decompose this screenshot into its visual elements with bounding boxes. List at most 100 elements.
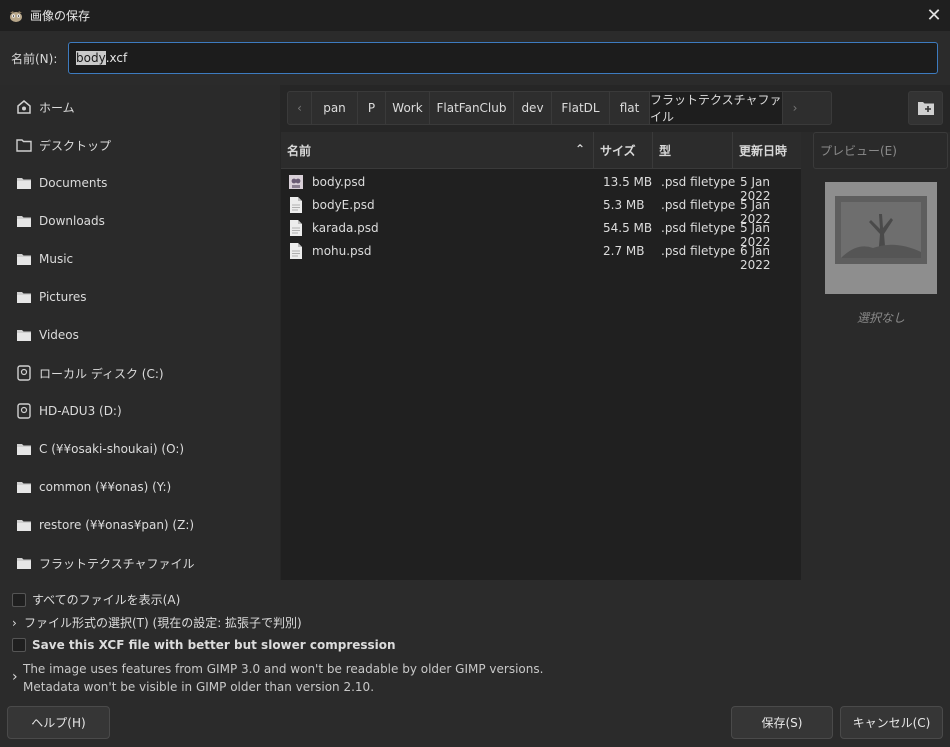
file-icon — [290, 243, 302, 259]
path-crumb-current[interactable]: フラットテクスチャファイル — [650, 92, 783, 124]
sort-ascending-icon: ⌃ — [574, 142, 585, 156]
compatibility-warning: The image uses features from GIMP 3.0 an… — [23, 660, 543, 696]
filename-input[interactable]: body .xcf — [68, 42, 938, 74]
file-type: .psd filetype — [661, 198, 736, 212]
save-button[interactable]: 保存(S) — [731, 706, 833, 739]
close-button[interactable]: ✕ — [918, 0, 950, 31]
sidebar-item-desktop[interactable]: デスクトップ — [0, 126, 280, 164]
path-crumb-work[interactable]: Work — [386, 92, 430, 124]
path-crumb-flatfanclub[interactable]: FlatFanClub — [430, 92, 514, 124]
preview-toggle[interactable]: プレビュー(E) — [813, 132, 948, 169]
sidebar-item-label: Documents — [39, 176, 108, 190]
column-header-name[interactable]: 名前 ⌃ — [281, 132, 594, 169]
new-folder-icon — [917, 102, 934, 115]
home-icon — [17, 100, 31, 114]
column-header-size[interactable]: サイズ — [594, 132, 653, 169]
chevron-right-icon: › — [792, 101, 798, 115]
warning-line-1: The image uses features from GIMP 3.0 an… — [23, 662, 544, 676]
sidebar-item-label: Videos — [39, 328, 79, 342]
path-scroll-right-button[interactable]: › — [783, 92, 807, 124]
folder-icon — [17, 558, 31, 569]
sidebar-item-network-z[interactable]: restore (¥¥onas¥pan) (Z:) — [0, 506, 280, 544]
file-row[interactable]: body.psd 13.5 MB .psd filetype 5 Jan 202… — [281, 171, 801, 203]
file-size: 5.3 MB — [603, 198, 645, 212]
file-size: 54.5 MB — [603, 221, 653, 235]
sidebar-item-home[interactable]: ホーム — [0, 88, 280, 126]
file-modified: 6 Jan 2022 — [740, 244, 771, 272]
sidebar-item-label: デスクトップ — [39, 138, 112, 153]
help-button[interactable]: ヘルプ(H) — [7, 706, 110, 739]
folder-icon — [17, 482, 31, 493]
file-list: 名前 ⌃ サイズ 型 更新日時 body.psd 13.5 MB .psd fi… — [281, 132, 801, 580]
column-header-type[interactable]: 型 — [653, 132, 733, 169]
places-sidebar: ホーム デスクトップ Documents Downloads Music Pic… — [0, 85, 280, 580]
warning-line-2: Metadata won't be visible in GIMP older … — [23, 680, 375, 694]
path-scroll-left-button[interactable]: ‹ — [288, 92, 312, 124]
compression-option[interactable]: Save this XCF file with better but slowe… — [12, 638, 396, 652]
file-name: bodyE.psd — [312, 198, 375, 212]
file-name: karada.psd — [312, 221, 379, 235]
sidebar-item-downloads[interactable]: Downloads — [0, 202, 280, 240]
file-icon — [290, 197, 302, 213]
file-row[interactable]: mohu.psd 2.7 MB .psd filetype 6 Jan 2022 — [281, 240, 801, 272]
sidebar-item-pictures[interactable]: Pictures — [0, 278, 280, 316]
show-all-files-label: すべてのファイルを表示(A) — [32, 593, 181, 607]
filename-bar: 名前(N): body .xcf — [0, 31, 950, 85]
file-row[interactable]: bodyE.psd 5.3 MB .psd filetype 5 Jan 202… — [281, 194, 801, 226]
sidebar-item-flat-texture[interactable]: フラットテクスチャファイル — [0, 544, 280, 582]
sidebar-item-label: restore (¥¥onas¥pan) (Z:) — [39, 518, 195, 532]
close-icon: ✕ — [926, 5, 942, 26]
show-all-files-checkbox[interactable] — [12, 592, 26, 607]
sidebar-item-label: common (¥¥onas) (Y:) — [39, 480, 172, 494]
compression-checkbox[interactable] — [12, 638, 26, 652]
cancel-button[interactable]: キャンセル(C) — [840, 706, 943, 739]
file-list-header: 名前 ⌃ サイズ 型 更新日時 — [281, 132, 801, 169]
details-expander-icon[interactable]: › — [12, 669, 18, 685]
window-title: 画像の保存 — [30, 9, 91, 23]
folder-icon — [17, 444, 31, 455]
sidebar-item-videos[interactable]: Videos — [0, 316, 280, 354]
sidebar-item-network-o[interactable]: C (¥¥osaki-shoukai) (O:) — [0, 430, 280, 468]
sidebar-item-network-y[interactable]: common (¥¥onas) (Y:) — [0, 468, 280, 506]
sidebar-item-label: Music — [39, 252, 74, 266]
sidebar-item-label: ローカル ディスク (C:) — [39, 366, 164, 381]
show-all-files-option[interactable]: すべてのファイルを表示(A) — [12, 591, 180, 608]
preview-placeholder-image — [825, 182, 937, 294]
path-crumb-dev[interactable]: dev — [514, 92, 552, 124]
gimp-icon — [10, 10, 22, 22]
sidebar-item-drive-d[interactable]: HD-ADU3 (D:) — [0, 392, 280, 430]
path-crumb-flatdl[interactable]: FlatDL — [552, 92, 610, 124]
drive-icon — [17, 365, 31, 381]
file-icon — [290, 220, 302, 236]
column-name-label: 名前 — [287, 144, 312, 158]
filename-extension-text: .xcf — [105, 51, 128, 65]
file-type: .psd filetype — [661, 244, 736, 258]
sidebar-item-drive-c[interactable]: ローカル ディスク (C:) — [0, 354, 280, 392]
sidebar-item-music[interactable]: Music — [0, 240, 280, 278]
column-header-modified[interactable]: 更新日時 — [733, 132, 801, 169]
chevron-right-icon: › — [12, 615, 17, 630]
sidebar-item-documents[interactable]: Documents — [0, 164, 280, 202]
title-bar: 画像の保存 ✕ — [0, 0, 950, 31]
folder-icon — [17, 292, 31, 303]
file-type: .psd filetype — [661, 221, 736, 235]
column-size-label: サイズ — [600, 144, 636, 158]
file-row[interactable]: karada.psd 54.5 MB .psd filetype 5 Jan 2… — [281, 217, 801, 249]
folder-outline-icon — [16, 139, 32, 152]
sidebar-item-label: ホーム — [39, 100, 75, 115]
path-breadcrumb: ‹ pan P Work FlatFanClub dev FlatDL flat… — [287, 91, 832, 125]
create-folder-button[interactable] — [908, 91, 943, 125]
save-options: すべてのファイルを表示(A) › ファイル形式の選択(T) (現在の設定: 拡張… — [0, 580, 950, 747]
file-type-expander[interactable]: › ファイル形式の選択(T) (現在の設定: 拡張子で判別) — [12, 614, 302, 631]
column-modified-label: 更新日時 — [739, 144, 788, 158]
path-crumb-pan[interactable]: pan — [312, 92, 358, 124]
no-image-icon — [835, 196, 927, 264]
chevron-left-icon: ‹ — [297, 101, 302, 115]
folder-icon — [17, 216, 31, 227]
path-crumb-p[interactable]: P — [358, 92, 386, 124]
path-crumb-flat[interactable]: flat — [610, 92, 650, 124]
file-type: .psd filetype — [661, 175, 736, 189]
file-size: 2.7 MB — [603, 244, 645, 258]
image-thumbnail-icon — [289, 175, 303, 189]
sidebar-item-label: Pictures — [39, 290, 87, 304]
